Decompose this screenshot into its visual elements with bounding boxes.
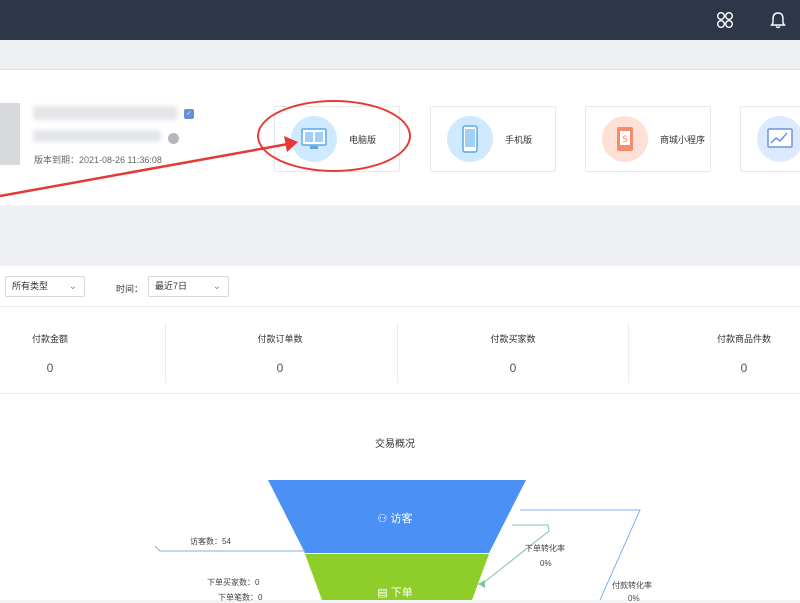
funnel-stage-visitors-label: ⚇ 访客 (355, 510, 435, 526)
order-rate-value: 0% (540, 559, 552, 568)
order-buyers-count: 下单买家数：0 (207, 578, 260, 587)
order-rate-label: 下单转化率 (525, 544, 565, 553)
pay-rate-value: 0% (628, 594, 640, 603)
users-icon: ⚇ (377, 513, 391, 525)
stage-label: 访客 (390, 513, 413, 525)
funnel-stage-orders-label: ▤ 下单 (355, 584, 435, 600)
stage-label: 下单 (390, 587, 413, 599)
order-rate-arrowhead (478, 580, 485, 588)
visitors-count: 访客数：54 (190, 537, 231, 546)
pay-rate-label: 付款转化率 (612, 581, 652, 590)
order-icon: ▤ (377, 587, 391, 599)
order-count: 下单笔数：0 (218, 593, 263, 602)
